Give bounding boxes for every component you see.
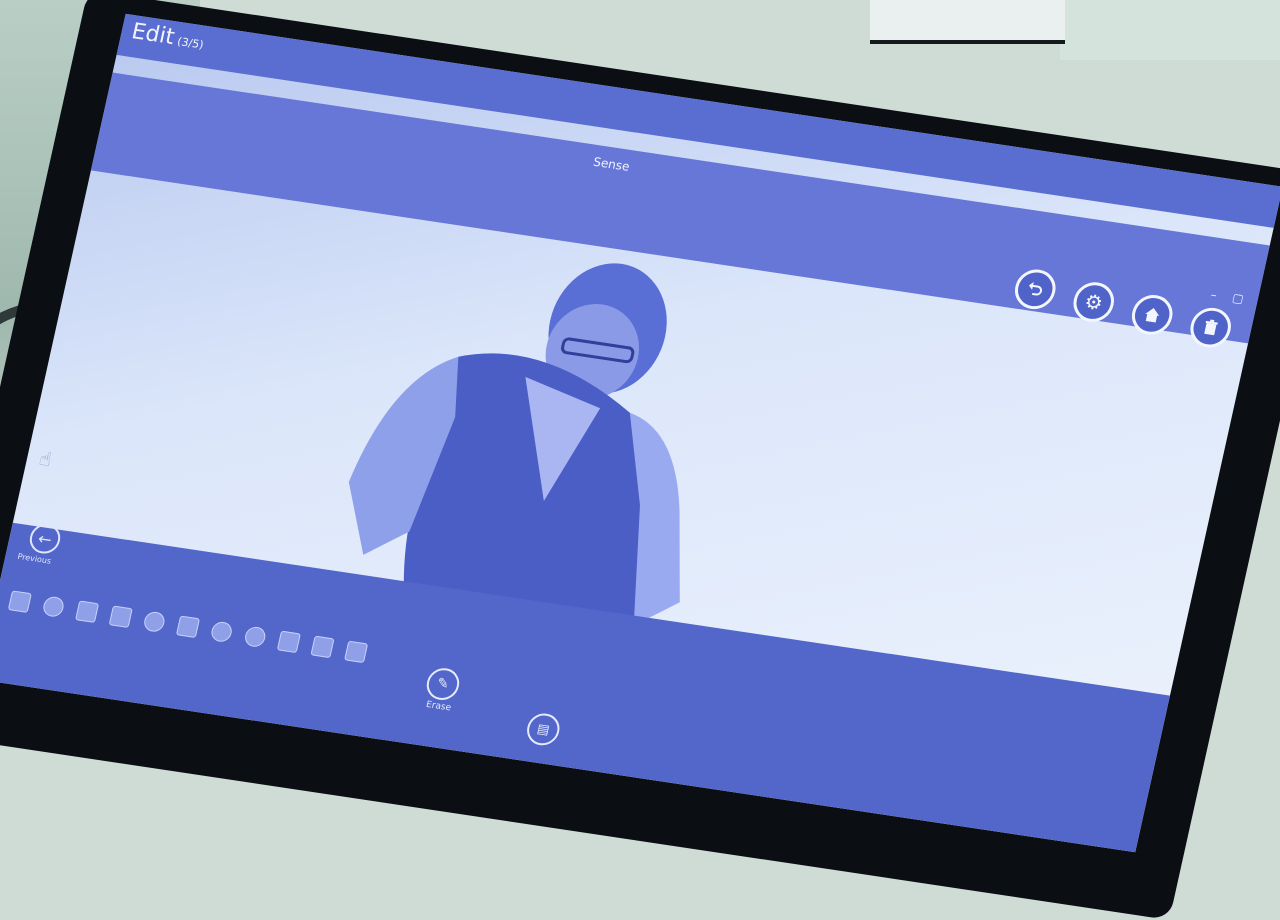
image-app-icon[interactable] — [310, 635, 335, 659]
globe-icon[interactable] — [209, 620, 234, 644]
folder-icon[interactable] — [7, 590, 32, 613]
camera-icon[interactable] — [243, 625, 268, 649]
trash-icon — [1204, 319, 1218, 336]
eraser-icon: ✎ — [435, 675, 451, 693]
background-top-right — [1060, 0, 1280, 60]
gear-icon: ⚙ — [1082, 289, 1106, 316]
app-icon[interactable] — [75, 600, 100, 623]
page-title-label: Edit — [129, 19, 177, 50]
window-icon[interactable] — [108, 605, 133, 628]
page-title: Edit(3/5) — [129, 19, 207, 54]
link-app-icon[interactable] — [344, 640, 369, 664]
triangle-app-icon[interactable] — [175, 615, 201, 639]
r-app-icon[interactable] — [276, 630, 301, 654]
laptop: Edit(3/5) Sense – ▢ ⚙ ☝ ← Previous ✎ Era… — [0, 0, 1280, 920]
undo-icon — [1028, 282, 1043, 296]
arrow-left-icon: ← — [36, 528, 54, 549]
browser-icon[interactable] — [41, 595, 66, 618]
background-monitor — [870, 0, 1065, 44]
home-icon — [1145, 308, 1160, 323]
media-icon[interactable] — [142, 610, 167, 634]
document-icon: ▤ — [535, 721, 551, 738]
page-counter: (3/5) — [175, 34, 205, 52]
rotate-hint-icon: ☝ — [36, 446, 55, 472]
